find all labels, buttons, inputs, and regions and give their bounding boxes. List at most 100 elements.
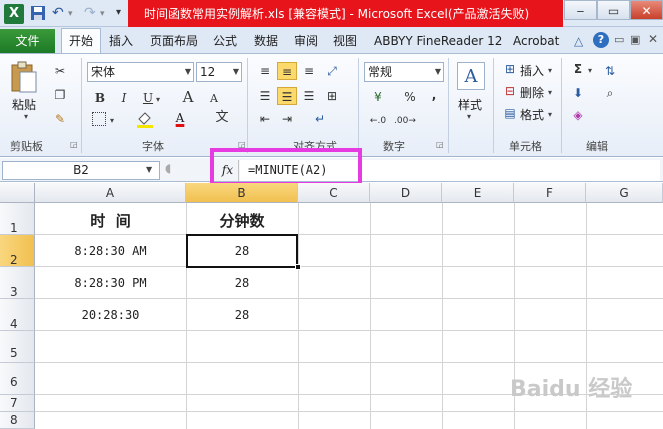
tab-data[interactable]: 数据 xyxy=(251,30,281,53)
cell-a4[interactable]: 20:28:30 xyxy=(35,308,186,322)
tab-file[interactable]: 文件 xyxy=(0,29,55,53)
column-header-e[interactable]: E xyxy=(442,183,514,203)
currency-icon[interactable]: ¥ xyxy=(368,88,388,106)
cell-b4[interactable]: 28 xyxy=(186,308,298,322)
name-box[interactable]: B2 xyxy=(2,161,160,180)
decrease-decimal-icon[interactable]: .00→ xyxy=(394,112,416,130)
grow-font-button[interactable]: A xyxy=(178,88,198,106)
delete-cells-icon[interactable]: ⊟ xyxy=(500,82,520,100)
row-header-5[interactable]: 5 xyxy=(0,331,35,363)
tab-acrobat[interactable]: Acrobat xyxy=(510,30,562,53)
shrink-font-button[interactable]: A xyxy=(204,90,224,108)
row-header-6[interactable]: 6 xyxy=(0,363,35,395)
find-select-icon[interactable]: ⌕ xyxy=(600,84,620,102)
window-close-icon[interactable]: ✕ xyxy=(648,32,658,46)
tab-abbyy[interactable]: ABBYY FineReader 12 xyxy=(371,30,505,53)
styles-button[interactable]: 样式 xyxy=(458,96,482,113)
window-restore-icon[interactable]: ▣ xyxy=(630,33,640,46)
column-header-g[interactable]: G xyxy=(586,183,663,203)
fill-color-icon[interactable] xyxy=(136,110,154,128)
chevron-down-icon[interactable]: ▾ xyxy=(548,88,552,97)
row-header-8[interactable]: 8 xyxy=(0,412,35,429)
cell-b1[interactable]: 分钟数 xyxy=(186,210,298,231)
orientation-icon[interactable]: ⤢ xyxy=(322,62,342,80)
insert-cells-icon[interactable]: ⊞ xyxy=(500,60,520,78)
restore-button[interactable]: ▭ xyxy=(597,0,630,20)
borders-icon[interactable] xyxy=(92,112,106,126)
cell-a1[interactable]: 时 间 xyxy=(35,210,186,231)
row-header-4[interactable]: 4 xyxy=(0,299,35,331)
format-cells-button[interactable]: 格式 xyxy=(520,106,544,123)
tab-insert[interactable]: 插入 xyxy=(106,30,136,53)
tab-home[interactable]: 开始 xyxy=(61,28,101,54)
cell-a3[interactable]: 8:28:30 PM xyxy=(35,276,186,290)
window-minimize-icon[interactable]: ▭ xyxy=(614,33,624,46)
fill-handle[interactable] xyxy=(295,264,301,270)
fill-icon[interactable]: ⬇ xyxy=(568,84,588,102)
tab-review[interactable]: 审阅 xyxy=(291,30,321,53)
underline-dropdown-icon[interactable]: ▾ xyxy=(156,95,160,104)
minimize-ribbon-icon[interactable]: △ xyxy=(574,34,583,48)
cell-a2[interactable]: 8:28:30 AM xyxy=(35,244,186,258)
align-center-icon[interactable]: ☰ xyxy=(277,87,297,105)
column-header-f[interactable]: F xyxy=(514,183,586,203)
font-color-button[interactable]: A xyxy=(170,109,190,127)
insert-cells-button[interactable]: 插入 xyxy=(520,62,544,79)
name-box-dropdown-icon[interactable]: ▼ xyxy=(146,165,152,174)
tab-formulas[interactable]: 公式 xyxy=(210,30,240,53)
close-button[interactable]: ✕ xyxy=(630,0,663,20)
font-name-combo[interactable]: 宋体 ▼ xyxy=(87,62,194,82)
align-bottom-icon[interactable]: ≡ xyxy=(299,62,319,80)
cell-b3[interactable]: 28 xyxy=(186,276,298,290)
tab-view[interactable]: 视图 xyxy=(330,30,360,53)
row-header-1[interactable]: 1 xyxy=(0,203,35,235)
underline-button[interactable]: U xyxy=(138,89,158,107)
clipboard-launcher-icon[interactable]: ◲ xyxy=(70,140,78,149)
phonetic-button[interactable]: 文 xyxy=(212,109,232,127)
row-header-7[interactable]: 7 xyxy=(0,395,35,412)
column-header-c[interactable]: C xyxy=(298,183,370,203)
excel-logo-icon[interactable]: X xyxy=(4,4,24,24)
customize-icon[interactable]: ▾ xyxy=(116,7,133,24)
help-icon[interactable]: ? xyxy=(593,32,609,48)
number-format-combo[interactable]: 常规 ▼ xyxy=(364,62,444,82)
italic-button[interactable]: I xyxy=(114,89,134,107)
sort-filter-icon[interactable]: ⇅ xyxy=(600,62,620,80)
align-right-icon[interactable]: ☰ xyxy=(299,87,319,105)
clear-icon[interactable]: ◈ xyxy=(568,106,588,124)
redo-icon[interactable]: ↷ xyxy=(84,5,101,22)
align-middle-icon[interactable]: ≡ xyxy=(277,62,297,80)
delete-cells-button[interactable]: 删除 xyxy=(520,84,544,101)
redo-dropdown-icon[interactable]: ▾ xyxy=(100,9,117,26)
decrease-indent-icon[interactable]: ⇤ xyxy=(255,110,275,128)
copy-icon[interactable]: ❐ xyxy=(50,86,70,104)
row-header-2[interactable]: 2 xyxy=(0,235,35,267)
styles-icon[interactable]: A xyxy=(457,62,485,90)
format-painter-icon[interactable]: ✎ xyxy=(50,110,70,128)
column-header-b[interactable]: B xyxy=(186,183,298,203)
chevron-down-icon[interactable]: ▾ xyxy=(548,110,552,119)
increase-decimal-icon[interactable]: ←.0 xyxy=(368,112,388,130)
font-size-combo[interactable]: 12 ▼ xyxy=(196,62,242,82)
borders-dropdown-icon[interactable]: ▾ xyxy=(110,116,114,125)
paste-icon[interactable] xyxy=(9,61,39,95)
save-icon[interactable] xyxy=(30,5,47,22)
paste-button[interactable]: 粘贴 xyxy=(12,96,36,113)
wrap-text-icon[interactable]: ↵ xyxy=(310,110,330,128)
percent-button[interactable]: % xyxy=(400,88,420,106)
minimize-button[interactable]: ‒ xyxy=(564,0,597,20)
format-cells-icon[interactable]: ▤ xyxy=(500,104,520,122)
chevron-down-icon[interactable]: ▾ xyxy=(588,66,592,75)
comma-button[interactable]: , xyxy=(424,86,444,104)
align-left-icon[interactable]: ☰ xyxy=(255,87,275,105)
column-header-d[interactable]: D xyxy=(370,183,442,203)
undo-icon[interactable]: ↶ xyxy=(52,5,69,22)
row-header-3[interactable]: 3 xyxy=(0,267,35,299)
formula-bar-grip-icon[interactable]: ◖ xyxy=(165,161,179,180)
undo-dropdown-icon[interactable]: ▾ xyxy=(68,9,85,26)
bold-button[interactable]: B xyxy=(90,89,110,107)
increase-indent-icon[interactable]: ⇥ xyxy=(277,110,297,128)
column-header-a[interactable]: A xyxy=(35,183,186,203)
cut-icon[interactable]: ✂ xyxy=(50,62,70,80)
styles-dropdown-icon[interactable]: ▾ xyxy=(467,112,471,121)
